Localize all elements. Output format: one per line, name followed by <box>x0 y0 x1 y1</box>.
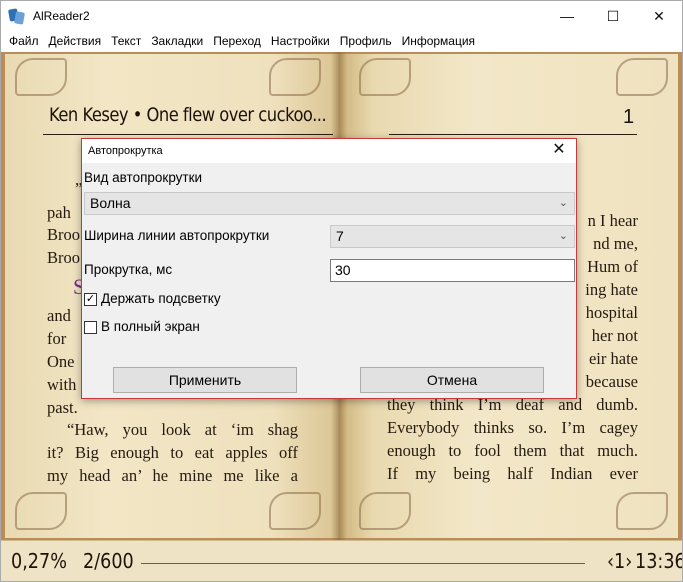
header-rule <box>389 134 637 135</box>
text-line: One <box>47 352 75 371</box>
apply-button[interactable]: Применить <box>113 367 297 393</box>
menu-text[interactable]: Текст <box>106 31 146 52</box>
text-line: because <box>585 372 638 391</box>
maximize-button[interactable]: ☐ <box>590 1 636 31</box>
scroll-ms-input[interactable]: 30 <box>330 259 575 282</box>
menu-bookmarks[interactable]: Закладки <box>146 31 208 52</box>
clock: 13:36 <box>635 549 683 573</box>
text-line: “Haw, you look at ‘im shag <box>67 420 298 439</box>
text-line: Broo <box>47 248 80 267</box>
corner-ornament-icon <box>616 492 668 530</box>
text-line: her not <box>591 326 638 345</box>
window-controls: — ☐ ✕ <box>544 1 682 31</box>
status-bar: 0,27% 2/600 ‹1› 13:36 <box>1 540 683 581</box>
corner-ornament-icon <box>15 58 67 96</box>
scroll-type-select[interactable]: Волна ⌄ <box>84 192 575 215</box>
fullscreen-label: В полный экран <box>101 319 200 334</box>
book-header-title: Ken Kesey • One flew over cuckoo... <box>49 104 327 126</box>
keep-highlight-checkbox[interactable]: ✓ <box>84 293 97 306</box>
page-counter[interactable]: 2/600 <box>83 549 134 573</box>
text-line: Everybody thinks so. I’m cagey <box>387 418 638 437</box>
nav-indicator[interactable]: ‹1› <box>607 549 632 573</box>
text-line: enough to fool them that much. <box>387 441 638 460</box>
text-line: my head an’ he mine me like a <box>47 466 298 485</box>
cancel-button[interactable]: Отмена <box>360 367 544 393</box>
corner-ornament-icon <box>269 58 321 96</box>
text-line: past. <box>47 398 78 417</box>
page-number: 1 <box>623 106 635 128</box>
text-line: nd me, <box>593 234 638 253</box>
text-line: it? Big enough to eat apples off <box>47 443 298 462</box>
corner-ornament-icon <box>359 492 411 530</box>
text-line: with <box>47 375 77 394</box>
corner-ornament-icon <box>616 58 668 96</box>
text-line: hospital <box>585 303 638 322</box>
dialog-title: Автопрокрутка <box>88 145 163 157</box>
corner-ornament-icon <box>359 58 411 96</box>
line-width-select[interactable]: 7 ⌄ <box>330 225 575 248</box>
progress-track[interactable] <box>141 563 585 564</box>
text-line: eir hate <box>588 349 638 368</box>
header-rule <box>43 134 333 135</box>
dialog-close-icon[interactable]: ✕ <box>550 141 568 159</box>
close-window-button[interactable]: ✕ <box>636 1 682 31</box>
corner-ornament-icon <box>15 492 67 530</box>
text-line: ing hate <box>585 280 638 299</box>
menu-info[interactable]: Информация <box>397 31 480 52</box>
chevron-down-icon: ⌄ <box>558 197 568 209</box>
window-title: AlReader2 <box>33 9 90 23</box>
dialog-title-bar: Автопрокрутка ✕ <box>82 139 576 163</box>
chevron-down-icon: ⌄ <box>558 230 568 242</box>
scroll-ms-label: Прокрутка, мс <box>84 262 173 277</box>
menu-profile[interactable]: Профиль <box>335 31 397 52</box>
keep-highlight-label: Держать подсветку <box>101 291 221 306</box>
text-line: Hum of <box>587 257 638 276</box>
menu-file[interactable]: Файл <box>1 31 44 52</box>
app-window: AlReader2 — ☐ ✕ Файл Действия Текст Закл… <box>0 0 683 582</box>
title-bar: AlReader2 — ☐ ✕ <box>1 1 682 31</box>
corner-ornament-icon <box>269 492 321 530</box>
text-line: If my being half Indian ever <box>387 464 638 483</box>
minimize-button[interactable]: — <box>544 1 590 31</box>
fullscreen-checkbox[interactable] <box>84 321 97 334</box>
menu-settings[interactable]: Настройки <box>266 31 335 52</box>
text-line: pah <box>47 203 71 222</box>
progress-percent: 0,27% <box>11 549 67 573</box>
menu-bar: Файл Действия Текст Закладки Переход Нас… <box>1 31 682 52</box>
text-line: and <box>47 306 71 325</box>
autoscroll-dialog: Автопрокрутка ✕ Вид автопрокрутки Волна … <box>81 138 577 399</box>
scroll-type-label: Вид автопрокрутки <box>84 170 203 185</box>
text-line: for <box>47 329 67 348</box>
line-width-value: 7 <box>336 228 344 244</box>
scroll-type-value: Волна <box>90 195 131 211</box>
menu-navigate[interactable]: Переход <box>208 31 266 52</box>
text-line: Broo <box>47 225 80 244</box>
line-width-label: Ширина линии автопрокрутки <box>84 228 270 243</box>
menu-actions[interactable]: Действия <box>44 31 107 52</box>
text-line: n I hear <box>587 211 638 230</box>
app-logo-icon <box>8 7 26 25</box>
